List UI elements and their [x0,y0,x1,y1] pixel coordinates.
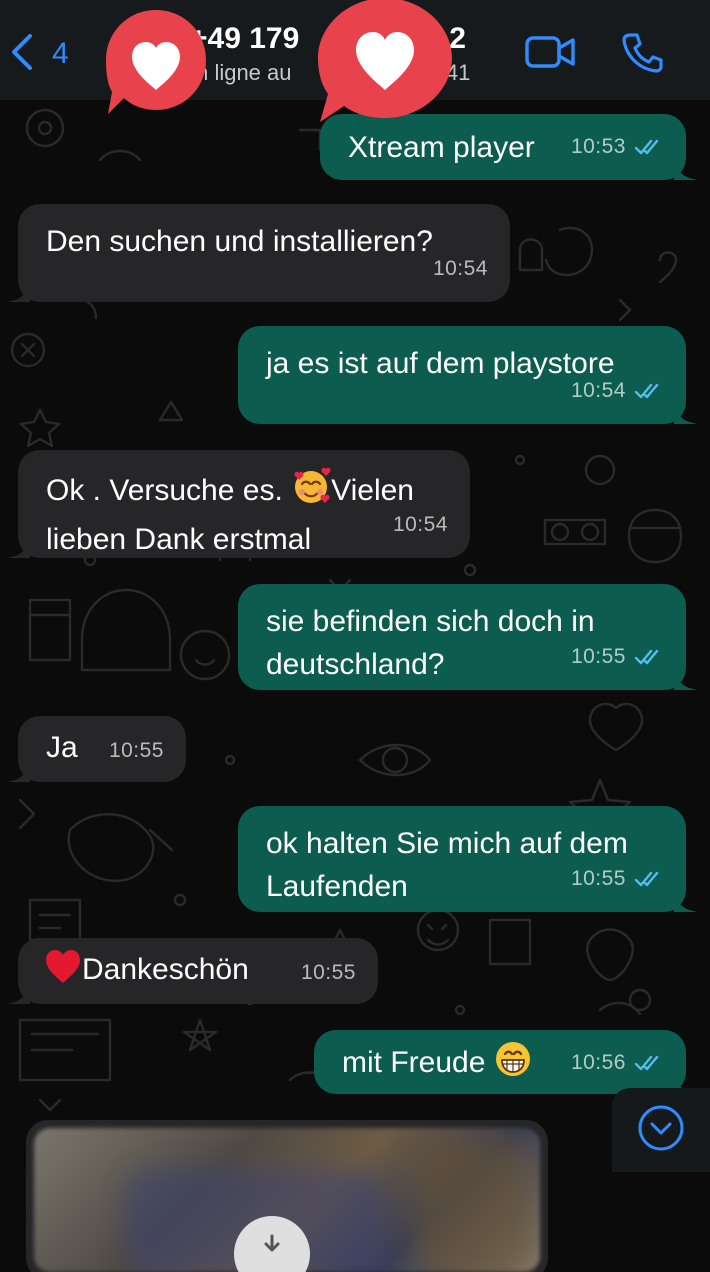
message-incoming[interactable]: Ja 10:55 [6,716,186,782]
message-text-part: mit Freude [342,1046,494,1079]
message-text-part: ok halten Sie mich auf dem [266,827,628,860]
chevron-left-icon [8,32,34,77]
read-receipt-icon [634,871,659,886]
message-time: 10:54 [570,379,626,402]
message-incoming[interactable]: Den suchen und installieren? 10:54 [6,204,510,302]
heart-sticker [100,6,212,123]
message-text-part: Laufenden [266,870,408,903]
read-receipt-icon [634,383,659,398]
message-time: 10:53 [570,135,626,158]
message-time: 10:55 [570,645,626,668]
message-time: 10:55 [570,867,626,890]
red-heart-icon [44,949,82,997]
message-meta: 10:53 [571,125,664,168]
message-text-part: lieben Dank erstmal [46,523,312,556]
message-text-part: deutschland? [266,648,445,681]
phone-icon [621,31,663,78]
message-outgoing[interactable]: mit Freude 10:56 [314,1030,698,1094]
message-text-part: Dankeschön [82,953,249,986]
message-meta: 10:55 [109,729,164,772]
message-meta: 10:54 [571,369,664,412]
back-button[interactable]: 4 [8,30,88,78]
message-meta: 10:55 [571,635,664,678]
video-call-icon [524,35,576,74]
heart-sticker [312,0,458,131]
read-receipt-icon [634,649,659,664]
message-text: Den suchen und installieren? [46,225,433,258]
grinning-face-icon [494,1040,532,1090]
message-text-part: Ok . Versuche es. [46,474,292,507]
message-incoming[interactable]: Dankeschön 10:55 [6,938,378,1004]
message-meta: 10:54 [433,247,488,290]
read-receipt-icon [634,139,659,154]
message-time: 10:55 [108,739,164,762]
message-text-part: sie befinden sich doch in [266,605,595,638]
message-list[interactable]: Xtream player 10:53 Den suchen und insta… [0,100,710,1272]
video-call-button[interactable] [520,30,580,78]
scroll-to-bottom-button[interactable] [612,1088,710,1172]
image-message[interactable] [26,1120,548,1272]
message-meta: 10:54 [393,503,448,546]
message-time: 10:55 [300,961,356,984]
message-time: 10:54 [392,513,448,536]
smiling-face-with-hearts-icon [291,466,331,518]
read-receipt-icon [634,1055,659,1070]
message-outgoing[interactable]: ja es ist auf dem playstore 10:54 [238,326,698,424]
download-icon [257,1216,287,1261]
message-outgoing[interactable]: sie befinden sich doch in deutschland? 10… [238,584,698,690]
message-meta: 10:55 [571,857,664,900]
chevron-down-circle-icon [637,1104,685,1157]
unread-count: 4 [52,37,69,70]
message-text: Ok . Versuche es. Vielen lieben Dank erst… [46,466,448,561]
message-time: 10:56 [570,1051,626,1074]
message-meta: 10:56 [571,1041,664,1084]
voice-call-button[interactable] [612,30,672,78]
message-outgoing[interactable]: ok halten Sie mich auf dem Laufenden 10:5… [238,806,698,912]
message-incoming[interactable]: Ok . Versuche es. Vielen lieben Dank erst… [6,450,470,561]
message-time: 10:54 [432,257,488,280]
message-meta: 10:55 [301,951,356,994]
